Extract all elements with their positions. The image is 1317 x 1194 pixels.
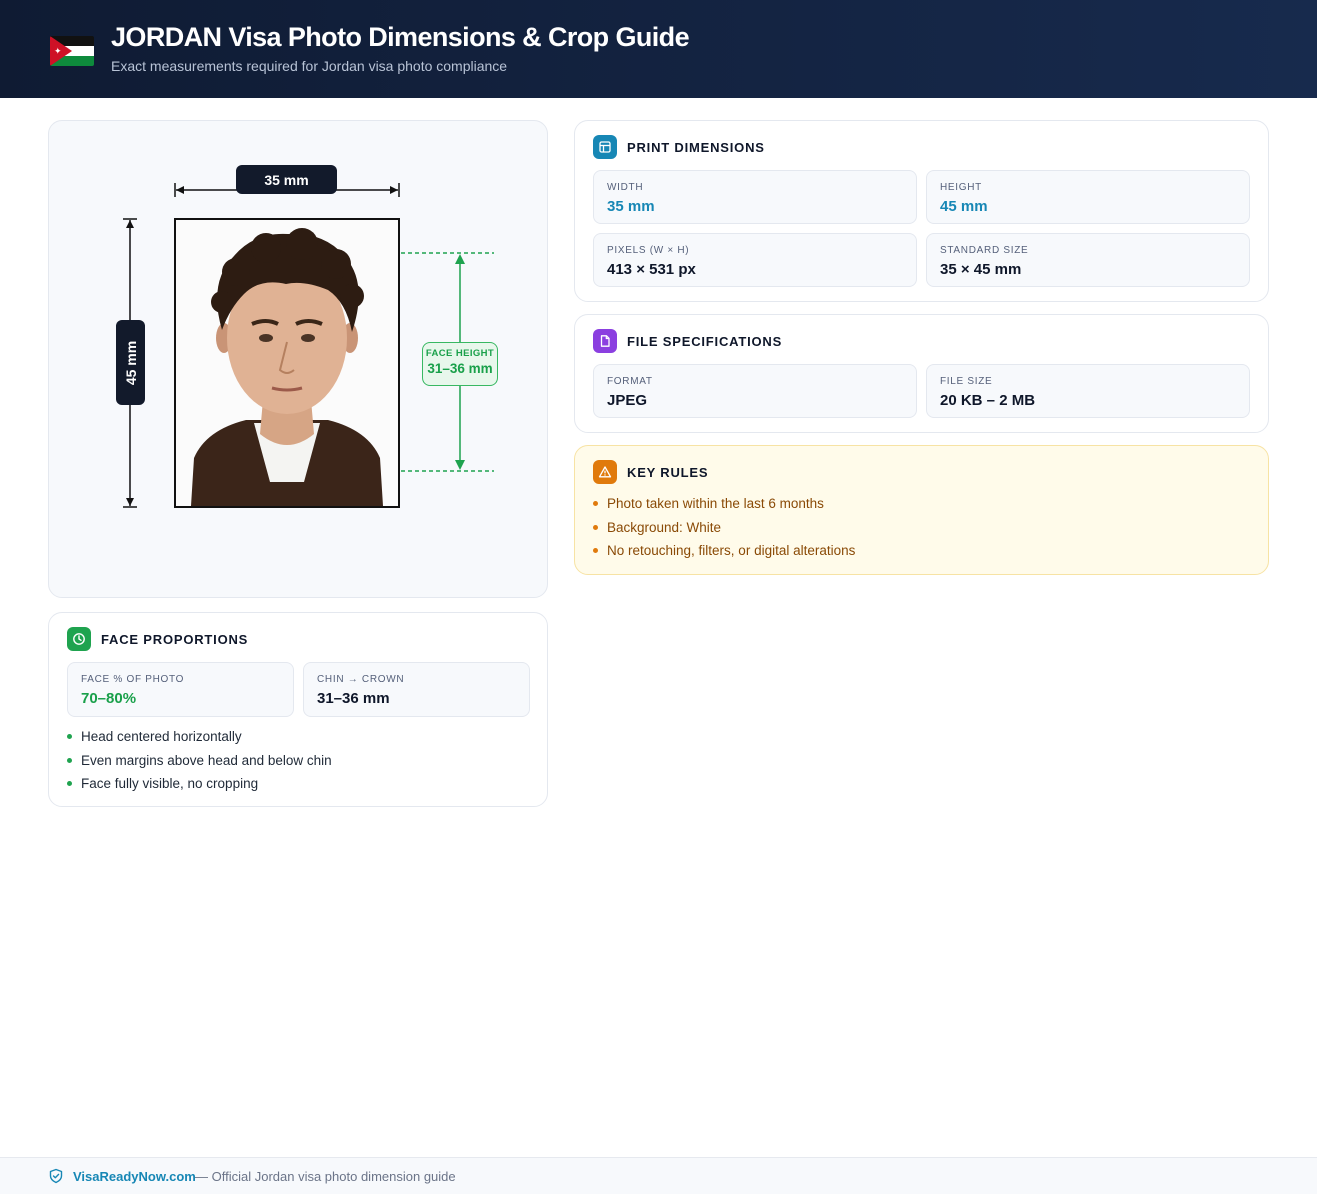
width-badge: 35 mm bbox=[236, 165, 337, 194]
height-arrow-head-top bbox=[126, 220, 134, 228]
list-item: Background: White bbox=[593, 516, 855, 540]
clock-icon bbox=[67, 627, 91, 651]
key-rules-card: KEY RULES Photo taken within the last 6 … bbox=[574, 445, 1269, 575]
shield-icon bbox=[49, 1168, 63, 1184]
stat-label: HEIGHT bbox=[940, 182, 982, 193]
file-specifications-title: FILE SPECIFICATIONS bbox=[627, 333, 783, 349]
list-item: No retouching, filters, or digital alter… bbox=[593, 539, 855, 563]
stat-label: FILE SIZE bbox=[940, 376, 993, 387]
width-arrow-head-right bbox=[390, 186, 398, 194]
width-arrow-head-left bbox=[176, 186, 184, 194]
layout-icon bbox=[593, 135, 617, 159]
print-dimensions-card: PRINT DIMENSIONS WIDTH 35 mm HEIGHT 45 m… bbox=[574, 120, 1269, 302]
face-height-arrow-top bbox=[455, 254, 465, 264]
stat-label: WIDTH bbox=[607, 182, 644, 193]
stat-value: 35 mm bbox=[607, 198, 655, 215]
list-item: Even margins above head and below chin bbox=[67, 749, 332, 773]
stat-label: PIXELS (W × H) bbox=[607, 245, 690, 256]
stat-label: FORMAT bbox=[607, 376, 653, 387]
list-item: Face fully visible, no cropping bbox=[67, 772, 332, 796]
print-dimensions-header: PRINT DIMENSIONS bbox=[593, 135, 765, 159]
face-height-title: FACE HEIGHT bbox=[425, 348, 495, 359]
face-height-badge: FACE HEIGHT 31–36 mm bbox=[422, 342, 498, 386]
stat-value: 413 × 531 px bbox=[607, 261, 696, 278]
chin-crown-stat: CHIN → CROWN 31–36 mm bbox=[303, 662, 530, 717]
width-stat: WIDTH 35 mm bbox=[593, 170, 917, 224]
face-height-arrow-bottom bbox=[455, 460, 465, 470]
list-item: Photo taken within the last 6 months bbox=[593, 492, 855, 516]
face-proportions-header: FACE PROPORTIONS bbox=[67, 627, 248, 651]
file-icon bbox=[593, 329, 617, 353]
stat-value: 31–36 mm bbox=[317, 690, 390, 707]
file-specifications-card: FILE SPECIFICATIONS FORMAT JPEG FILE SIZ… bbox=[574, 314, 1269, 433]
height-arrow-head-bottom bbox=[126, 498, 134, 506]
print-dimensions-title: PRINT DIMENSIONS bbox=[627, 139, 765, 155]
file-specifications-header: FILE SPECIFICATIONS bbox=[593, 329, 782, 353]
portrait-photo bbox=[174, 218, 400, 508]
stat-value: JPEG bbox=[607, 392, 648, 409]
standard-size-stat: STANDARD SIZE 35 × 45 mm bbox=[926, 233, 1250, 287]
pixels-stat: PIXELS (W × H) 413 × 531 px bbox=[593, 233, 917, 287]
stat-value: 45 mm bbox=[940, 198, 988, 215]
face-percent-stat: FACE % OF PHOTO 70–80% bbox=[67, 662, 294, 717]
footer-note: — Official Jordan visa photo dimension g… bbox=[195, 1169, 456, 1184]
page-footer: VisaReadyNow.com — Official Jordan visa … bbox=[0, 1157, 1317, 1194]
stat-value: 70–80% bbox=[81, 690, 137, 707]
file-size-stat: FILE SIZE 20 KB – 2 MB bbox=[926, 364, 1250, 418]
key-rules-title: KEY RULES bbox=[627, 464, 709, 480]
stat-label: STANDARD SIZE bbox=[940, 245, 1029, 256]
portrait-illustration bbox=[176, 220, 398, 506]
stat-value: 20 KB – 2 MB bbox=[940, 392, 1036, 409]
face-proportions-title: FACE PROPORTIONS bbox=[101, 631, 249, 647]
key-rules-list: Photo taken within the last 6 months Bac… bbox=[593, 492, 855, 563]
list-item: Head centered horizontally bbox=[67, 725, 332, 749]
stat-value: 35 × 45 mm bbox=[940, 261, 1022, 278]
format-stat: FORMAT JPEG bbox=[593, 364, 917, 418]
face-guidelines-list: Head centered horizontally Even margins … bbox=[67, 725, 332, 796]
key-rules-header: KEY RULES bbox=[593, 460, 708, 484]
stat-label: FACE % OF PHOTO bbox=[81, 674, 185, 685]
stat-label: CHIN → CROWN bbox=[317, 674, 405, 685]
face-proportions-card: FACE PROPORTIONS FACE % OF PHOTO 70–80% … bbox=[48, 612, 548, 807]
height-badge: 45 mm bbox=[116, 320, 145, 405]
warning-icon bbox=[593, 460, 617, 484]
face-height-value: 31–36 mm bbox=[427, 361, 493, 376]
footer-brand-link[interactable]: VisaReadyNow.com bbox=[73, 1169, 196, 1184]
height-stat: HEIGHT 45 mm bbox=[926, 170, 1250, 224]
height-badge-label: 45 mm bbox=[122, 340, 139, 385]
